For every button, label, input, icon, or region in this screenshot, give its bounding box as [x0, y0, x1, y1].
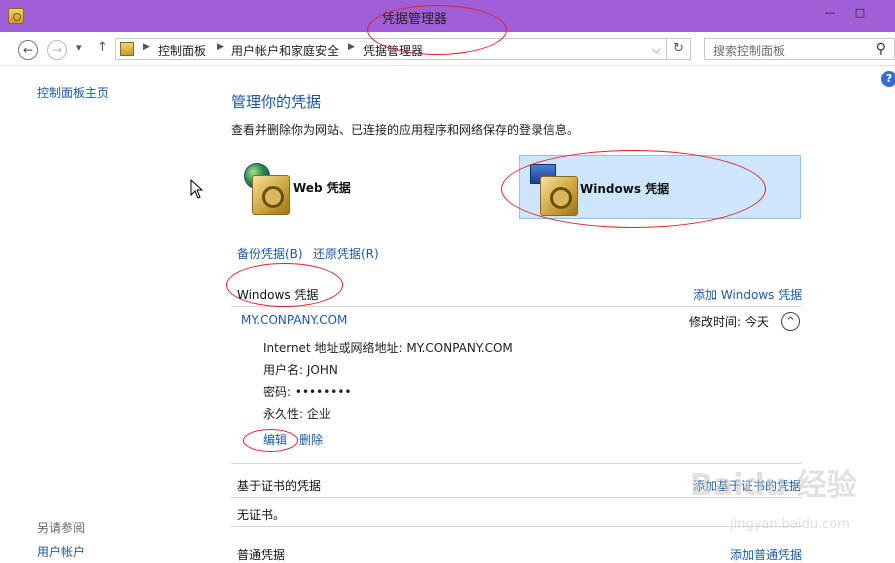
username-label: 用户名: — [263, 363, 304, 377]
baidu-watermark-url: jingyan.baidu.com — [730, 517, 850, 532]
address-value: MY.CONPANY.COM — [406, 341, 513, 355]
page-description: 查看并删除你为网站、已连接的应用程序和网络保存的登录信息。 — [231, 123, 580, 137]
forward-button[interactable]: → — [47, 40, 67, 60]
divider — [231, 526, 802, 527]
no-certificates-text: 无证书。 — [237, 508, 286, 522]
breadcrumb-control-panel[interactable]: 控制面板 — [158, 42, 206, 59]
windows-credentials-heading: Windows 凭据 — [237, 288, 319, 302]
chevron-right-icon: ▶ — [348, 42, 355, 52]
certificate-credentials-heading: 基于证书的凭据 — [237, 479, 322, 493]
password-value: •••••••• — [294, 385, 352, 399]
sidebar-control-panel-home[interactable]: 控制面板主页 — [37, 84, 109, 101]
collapse-chevron-up-icon[interactable]: ^ — [781, 312, 800, 331]
mouse-cursor-icon — [190, 179, 204, 199]
sidebar-user-accounts-link[interactable]: 用户帐户 — [37, 543, 85, 560]
page-title: 管理你的凭据 — [231, 93, 322, 111]
maximize-button[interactable]: □ — [852, 6, 868, 20]
address-bar[interactable]: ▶ 控制面板 ▶ 用户帐户和家庭安全 ▶ 凭据管理器 ⌵ — [115, 38, 667, 60]
control-panel-icon — [120, 42, 134, 56]
search-icon[interactable]: ⚲ — [876, 41, 886, 57]
refresh-button[interactable]: ↻ — [667, 38, 691, 60]
baidu-watermark: Baidu 经验 — [690, 468, 857, 503]
breadcrumb-user-accounts[interactable]: 用户帐户和家庭安全 — [231, 42, 339, 59]
title-bar: 凭据管理器 — □ — [0, 0, 895, 32]
minimize-button[interactable]: — — [822, 6, 838, 20]
help-icon[interactable]: ? — [881, 71, 895, 87]
vault-icon — [252, 175, 290, 215]
chevron-right-icon: ▶ — [217, 42, 224, 52]
persistence-label: 永久性: — [263, 407, 304, 421]
username-row: 用户名: JOHN — [263, 361, 338, 378]
username-value: JOHN — [306, 363, 338, 377]
divider — [231, 306, 802, 307]
persistence-row: 永久性: 企业 — [263, 405, 331, 422]
edit-credential-link[interactable]: 编辑 — [263, 431, 287, 448]
web-credentials-tile[interactable]: Web 凭据 — [236, 155, 496, 219]
back-button[interactable]: ← — [18, 40, 38, 60]
window-title: 凭据管理器 — [382, 12, 448, 27]
delete-credential-link[interactable]: 删除 — [299, 431, 323, 448]
search-input[interactable]: 搜索控制面板 ⚲ — [704, 38, 895, 60]
restore-credentials-link[interactable]: 还原凭据(R) — [313, 245, 379, 262]
password-label: 密码: — [263, 385, 292, 399]
vault-icon — [540, 176, 578, 216]
sidebar-see-also-heading: 另请参阅 — [37, 521, 86, 535]
address-label: Internet 地址或网络地址: — [263, 341, 403, 355]
backup-credentials-link[interactable]: 备份凭据(B) — [237, 245, 303, 262]
password-row: 密码: •••••••• — [263, 383, 352, 400]
address-toolbar: ← → ▾ ↑ ▶ 控制面板 ▶ 用户帐户和家庭安全 ▶ 凭据管理器 ⌵ ↻ 搜… — [0, 32, 895, 66]
up-button[interactable]: ↑ — [97, 40, 108, 55]
add-windows-credential-link[interactable]: 添加 Windows 凭据 — [693, 286, 802, 303]
credential-manager-icon — [8, 8, 24, 24]
address-row: Internet 地址或网络地址: MY.CONPANY.COM — [263, 339, 513, 356]
breadcrumb-credential-manager[interactable]: 凭据管理器 — [363, 42, 423, 59]
recent-locations-dropdown[interactable]: ▾ — [76, 41, 82, 54]
chevron-down-icon[interactable]: ⌵ — [652, 43, 660, 57]
windows-credentials-tile[interactable]: Windows 凭据 — [519, 155, 801, 219]
persistence-value: 企业 — [306, 407, 331, 421]
web-credentials-label: Web 凭据 — [293, 181, 351, 195]
credential-modified-date: 修改时间: 今天 — [689, 315, 769, 329]
credential-entry-name[interactable]: MY.CONPANY.COM — [241, 313, 347, 327]
windows-credentials-label: Windows 凭据 — [580, 182, 670, 196]
search-placeholder: 搜索控制面板 — [713, 44, 786, 58]
chevron-right-icon: ▶ — [143, 42, 150, 52]
